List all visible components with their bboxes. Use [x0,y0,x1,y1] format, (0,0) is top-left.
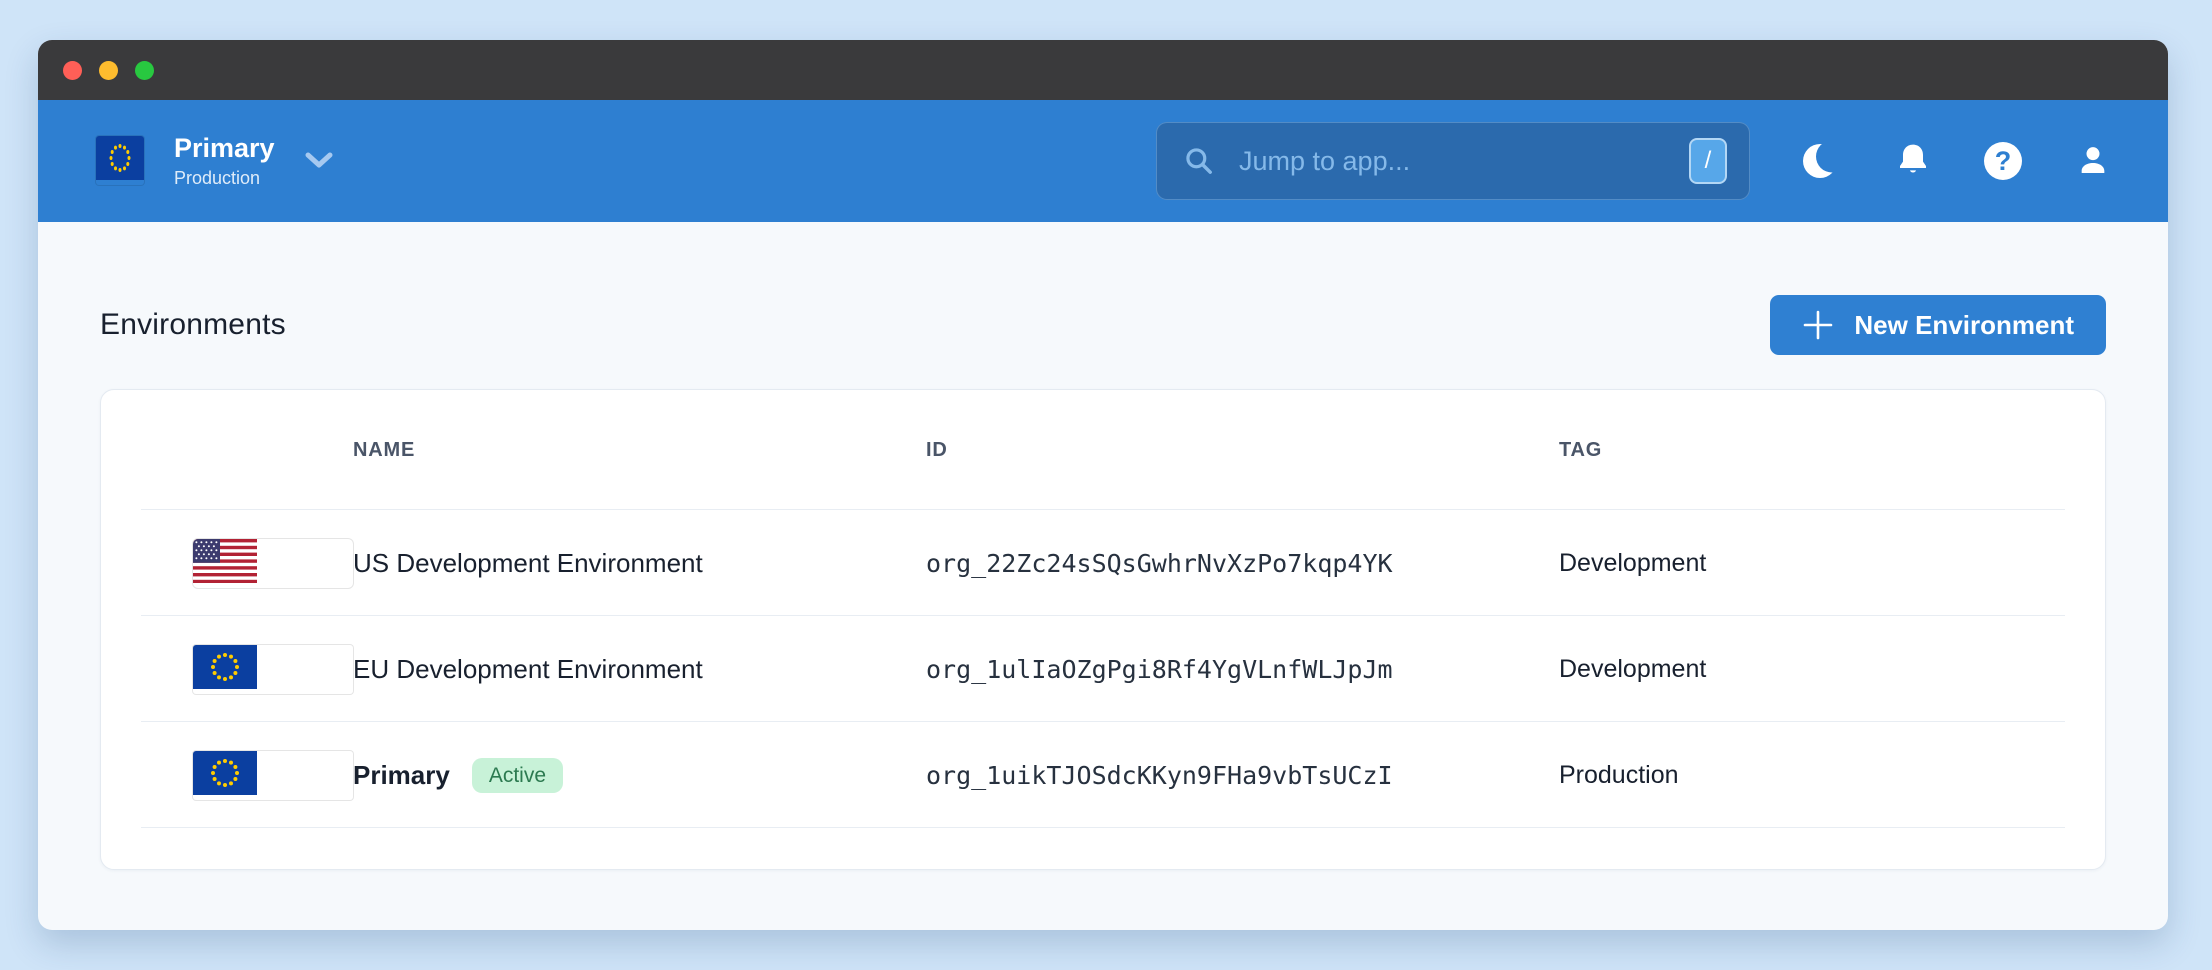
eu-flag-icon [193,645,353,694]
environment-name-text: US Development Environment [353,548,703,579]
column-header-tag: TAG [1559,439,2105,462]
environment-name: US Development Environment [353,548,926,579]
app-window: Primary Production / [38,40,2168,930]
table-row-us-development[interactable]: US Development Environment org_22Zc24sSQ… [101,510,2105,616]
titlebar [38,40,2168,100]
search-icon [1183,145,1215,177]
active-status-badge: Active [472,758,563,793]
column-header-id: ID [926,439,1559,462]
notifications-button[interactable] [1892,140,1934,182]
environment-tag: Development [1559,549,2105,578]
eu-flag-icon [193,751,353,800]
org-environment: Production [174,168,275,189]
org-switcher[interactable]: Primary Production [96,133,333,189]
page-title: Environments [100,308,286,342]
page-header: Environments New Environment [100,294,2106,356]
environment-id: org_1uikTJOSdcKKyn9FHa9vbTsUCzI [926,761,1559,790]
eu-flag-icon [96,136,144,185]
environment-tag: Development [1559,655,2105,684]
minimize-window-button[interactable] [99,61,118,80]
org-name: Primary [174,133,275,164]
chevron-down-icon[interactable] [305,152,333,169]
table-header-row: NAME ID TAG [101,390,2105,510]
flag-cell [101,645,353,694]
column-header-name: NAME [353,439,926,462]
environments-table-card: NAME ID TAG US Development Environment o… [100,389,2106,870]
table-row-primary[interactable]: Primary Active org_1uikTJOSdcKKyn9FHa9vb… [101,722,2105,828]
person-icon [2073,141,2113,181]
flag-cell [101,751,353,800]
new-environment-button[interactable]: New Environment [1770,295,2106,355]
plus-icon [1802,309,1834,341]
environment-name: Primary Active [353,758,926,793]
environment-name-text: EU Development Environment [353,654,703,685]
header-actions: ? [1802,140,2114,182]
search-input[interactable] [1237,145,1689,178]
environment-id: org_1ulIaOZgPgi8Rf4YgVLnfWLJpJm [926,655,1559,684]
content-area: Environments New Environment NAME ID TAG [38,222,2168,930]
screen: Primary Production / [0,0,2212,970]
new-environment-label: New Environment [1854,310,2074,341]
jump-to-app-search[interactable]: / [1156,122,1750,200]
environment-tag: Production [1559,761,2105,790]
slash-shortcut-key: / [1689,138,1727,184]
flag-cell [101,539,353,588]
org-info: Primary Production [174,133,275,189]
question-mark-icon: ? [1984,142,2022,180]
theme-toggle-button[interactable] [1802,140,1844,182]
account-button[interactable] [2072,140,2114,182]
help-button[interactable]: ? [1982,140,2024,182]
environment-id: org_22Zc24sSQsGwhrNvXzPo7kqp4YK [926,549,1559,578]
app-header: Primary Production / [38,100,2168,222]
bell-icon [1893,141,1933,181]
table-footer [101,828,2105,869]
us-flag-icon [193,539,353,588]
environment-name: EU Development Environment [353,654,926,685]
crescent-moon-icon [1802,140,1844,182]
close-window-button[interactable] [63,61,82,80]
maximize-window-button[interactable] [135,61,154,80]
table-row-eu-development[interactable]: EU Development Environment org_1ulIaOZgP… [101,616,2105,722]
environment-name-text: Primary [353,760,450,791]
